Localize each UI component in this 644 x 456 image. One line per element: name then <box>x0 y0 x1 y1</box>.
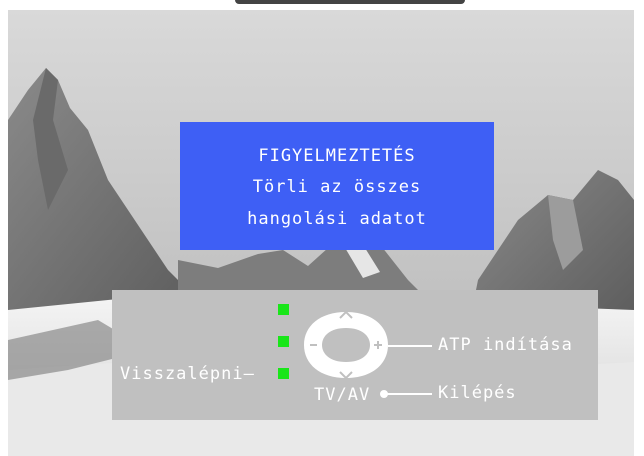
led-indicator-middle <box>278 336 289 347</box>
atp-connector-line <box>388 345 432 347</box>
warning-message-line2: hangolási adatot <box>247 209 427 229</box>
remote-dpad-icon <box>304 310 388 380</box>
led-indicator-top <box>278 304 289 315</box>
back-label: Visszalépni– <box>120 364 255 384</box>
exit-label: Kilépés <box>438 383 517 403</box>
warning-dialog: FIGYELMEZTETÉS Törli az összes hangolási… <box>180 122 494 250</box>
back-label-text: Visszalépni <box>120 364 244 384</box>
top-bezel <box>235 0 465 4</box>
atp-start-label: ATP indítása <box>438 335 573 355</box>
exit-connector-line <box>386 393 432 395</box>
warning-title: FIGYELMEZTETÉS <box>258 146 416 166</box>
tvav-label: TV/AV <box>314 385 371 405</box>
top-border <box>0 0 644 10</box>
led-indicator-bottom <box>278 368 289 379</box>
tv-screen: FIGYELMEZTETÉS Törli az összes hangolási… <box>0 0 644 456</box>
warning-message-line1: Törli az összes <box>252 177 422 197</box>
